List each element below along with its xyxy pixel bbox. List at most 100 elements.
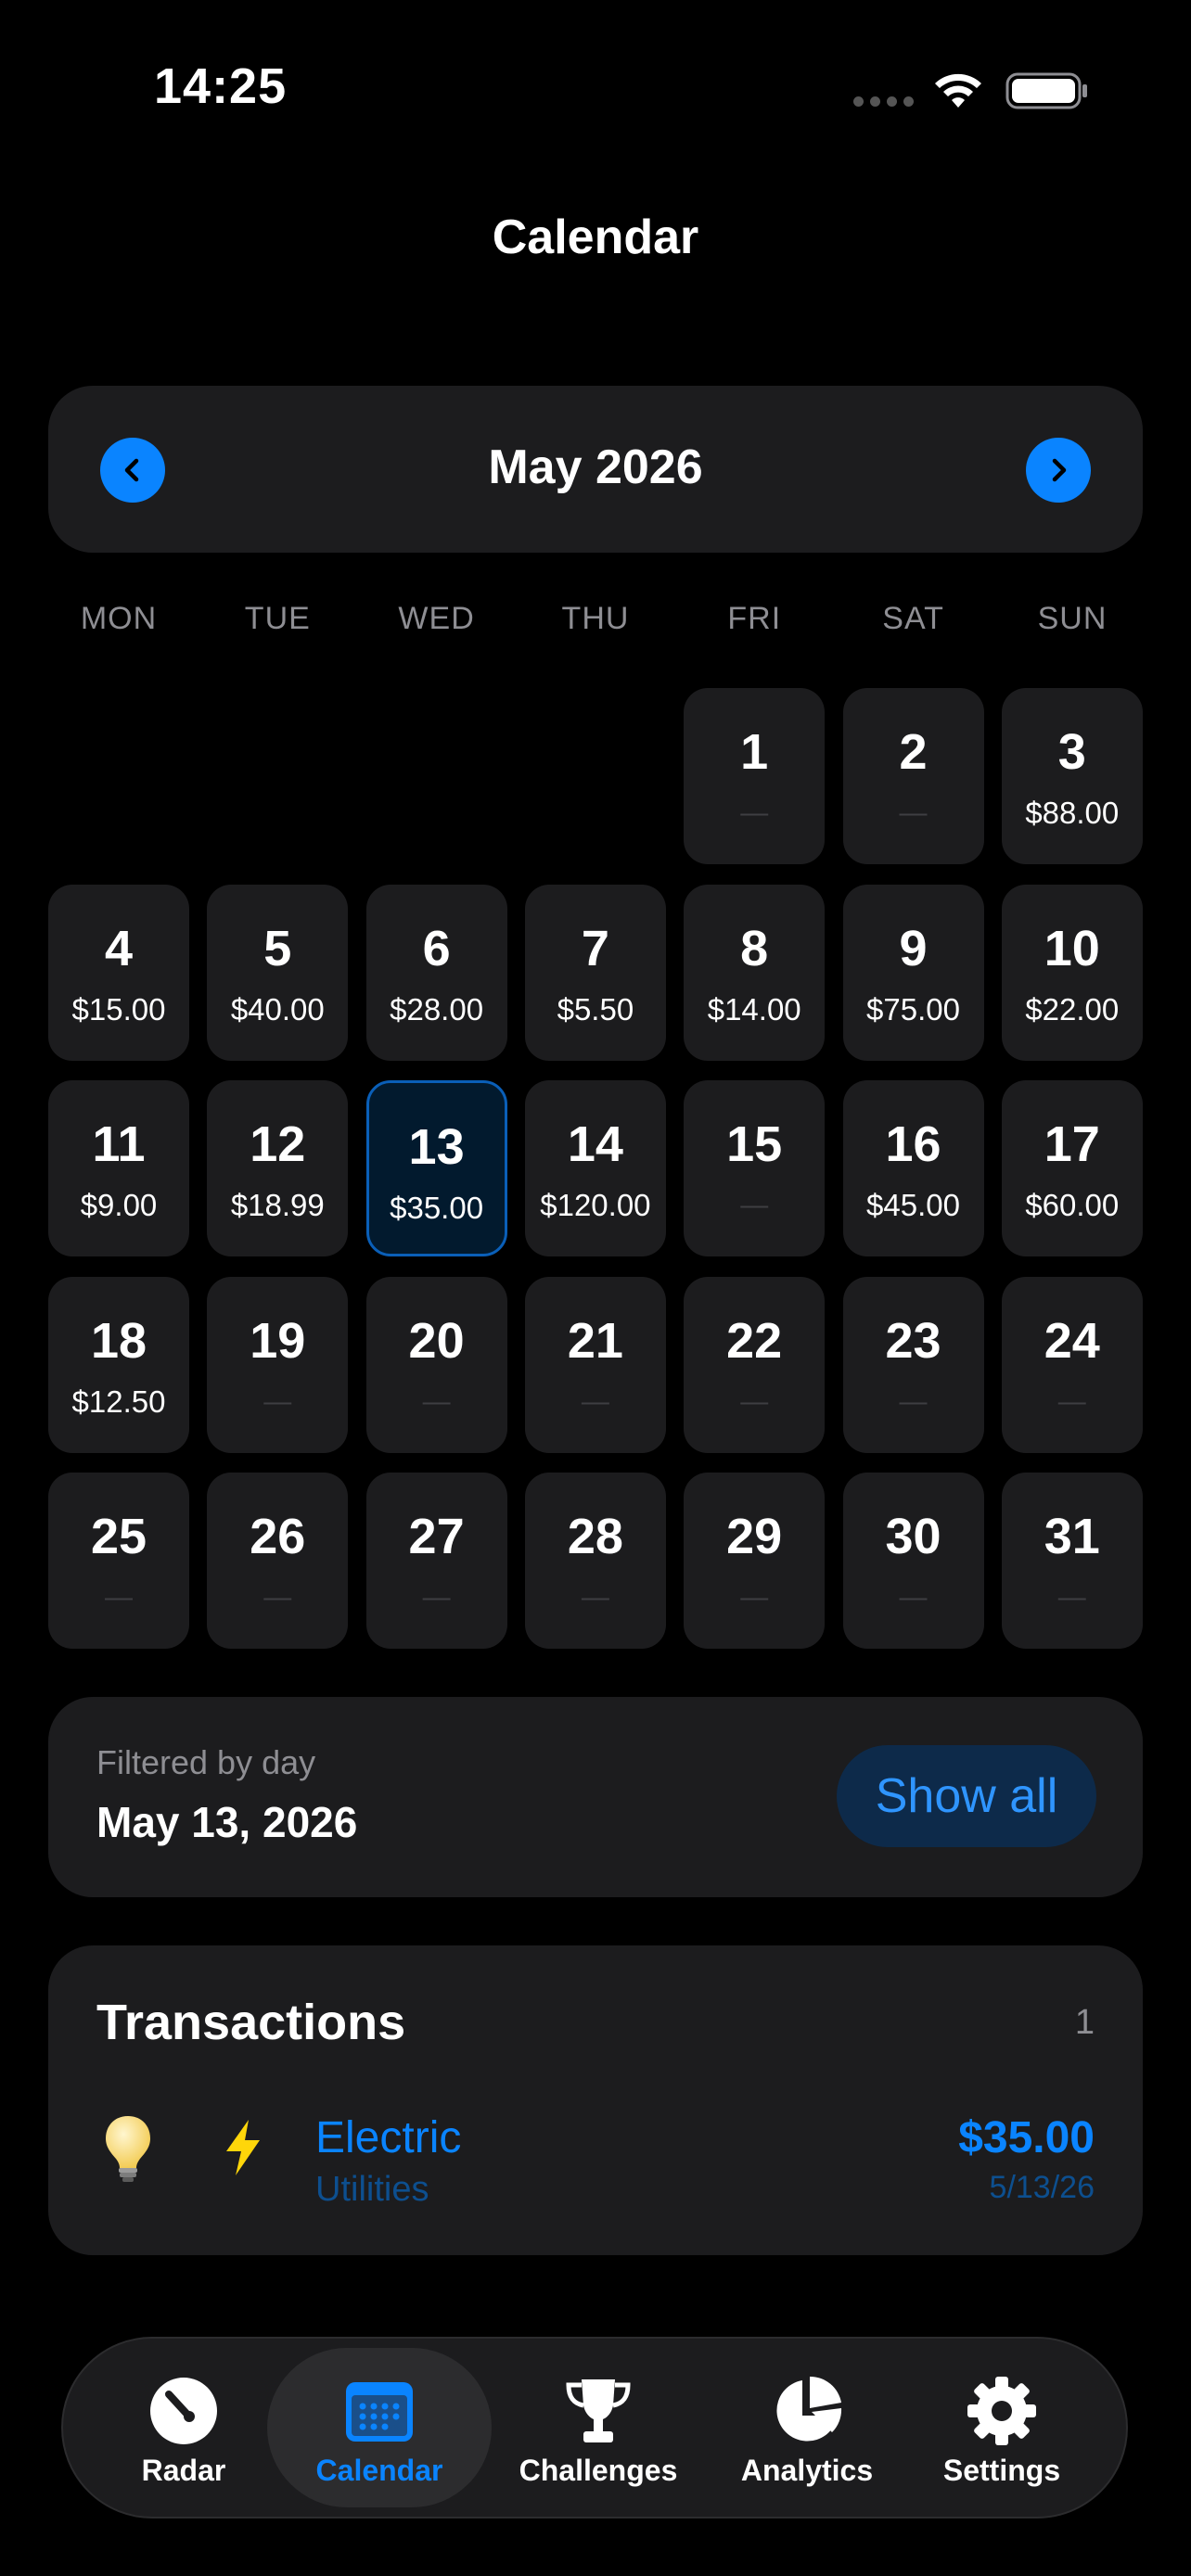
day-number: 22	[726, 1312, 783, 1369]
day-amount: —	[1057, 1582, 1086, 1613]
calendar-day-cell[interactable]: 23 —	[842, 1276, 984, 1453]
calendar-day-cell[interactable]: 10 $22.00	[1001, 884, 1143, 1061]
day-amount: $35.00	[390, 1191, 484, 1225]
weekday-label: TUE	[244, 601, 311, 636]
weekday-label: MON	[80, 601, 158, 636]
calendar-day-cell[interactable]: 29 —	[684, 1473, 826, 1649]
day-amount: —	[899, 1582, 928, 1613]
calendar-day-cell[interactable]: 5 $40.00	[207, 884, 349, 1061]
calendar-day-cell[interactable]: 20 —	[365, 1276, 507, 1453]
calendar-day-cell[interactable]: 11 $9.00	[48, 1080, 189, 1256]
calendar-day-cell[interactable]: 4 $15.00	[48, 884, 189, 1061]
calendar-icon	[346, 2382, 413, 2442]
show-all-button[interactable]: Show all	[837, 1745, 1096, 1847]
day-number: 15	[726, 1116, 783, 1172]
month-label: May 2026	[488, 440, 703, 494]
calendar-day-cell[interactable]: 26 —	[207, 1473, 349, 1649]
calendar-day-cell[interactable]: 18 $12.50	[48, 1276, 189, 1453]
day-number: 10	[1044, 920, 1100, 976]
day-amount: $40.00	[230, 991, 325, 1027]
tab-radar[interactable]: Radar	[91, 2348, 276, 2507]
tab-label: Settings	[942, 2454, 1061, 2487]
day-number: 3	[1057, 724, 1086, 780]
tab-challenges[interactable]: Challenges	[492, 2348, 705, 2507]
transactions-count: 1	[1074, 2003, 1095, 2042]
calendar-day-cell[interactable]: 17 $60.00	[1001, 1080, 1143, 1256]
tab-label: Challenges	[519, 2454, 678, 2487]
day-amount: $9.00	[80, 1188, 158, 1222]
transaction-row[interactable]: Electric Utilities $35.00 5/13/26	[48, 2094, 1143, 2214]
calendar-day-cell[interactable]: 3 $88.00	[1001, 688, 1143, 864]
tab-label: Analytics	[740, 2454, 874, 2487]
day-number: 6	[422, 920, 451, 976]
lightbulb-icon	[106, 2116, 150, 2182]
day-number: 26	[250, 1509, 306, 1564]
gauge-icon	[150, 2378, 217, 2444]
day-amount: $12.50	[71, 1384, 166, 1419]
bolt-icon	[226, 2120, 260, 2175]
day-number: 27	[408, 1509, 465, 1564]
calendar-day-cell[interactable]: 9 $75.00	[842, 884, 984, 1061]
status-bar: 14:25	[0, 0, 1191, 176]
day-amount: —	[740, 1190, 769, 1220]
calendar-day-cell[interactable]: 12 $18.99	[207, 1080, 349, 1256]
day-amount: —	[422, 1582, 451, 1613]
calendar-day-cell[interactable]: 6 $28.00	[365, 884, 507, 1061]
calendar-day-cell[interactable]: 15 —	[684, 1080, 826, 1256]
day-amount: $60.00	[1025, 1188, 1120, 1222]
day-amount: —	[899, 1385, 928, 1417]
tab-calendar[interactable]: Calendar	[267, 2348, 492, 2507]
month-navigator: May 2026	[48, 386, 1143, 553]
day-amount: —	[422, 1385, 451, 1417]
day-number: 24	[1044, 1312, 1100, 1369]
weekday-label: FRI	[727, 601, 782, 636]
calendar-day-cell[interactable]: 27 —	[365, 1473, 507, 1649]
next-month-button[interactable]	[1026, 438, 1091, 503]
calendar-day-cell[interactable]: 8 $14.00	[684, 884, 826, 1061]
calendar-day-cell[interactable]: 19 —	[207, 1276, 349, 1453]
pie-chart-icon	[776, 2376, 842, 2442]
day-amount: $88.00	[1025, 796, 1120, 830]
day-number: 25	[90, 1509, 147, 1564]
day-amount: —	[740, 1582, 769, 1613]
day-number: 23	[885, 1312, 941, 1369]
trophy-icon	[566, 2379, 631, 2442]
tab-analytics[interactable]: Analytics	[705, 2348, 909, 2507]
calendar-day-cell[interactable]: 7 $5.50	[524, 884, 666, 1061]
day-number: 19	[250, 1312, 306, 1369]
calendar-day-cell[interactable]: 2—	[842, 688, 984, 864]
transaction-date: 5/13/26	[989, 2170, 1095, 2205]
calendar-day-cell[interactable]: 28 —	[524, 1473, 666, 1649]
calendar-day-cell[interactable]: 21 —	[524, 1276, 666, 1453]
calendar-day-cell[interactable]: 1—	[684, 688, 826, 864]
transactions-card: Transactions 1 Electric Utilities $35.00…	[48, 1945, 1143, 2255]
day-number: 5	[263, 920, 292, 976]
transaction-name: Electric	[315, 2113, 462, 2162]
status-time: 14:25	[154, 58, 288, 114]
calendar-day-cell[interactable]: 22 —	[684, 1276, 826, 1453]
day-number: 14	[567, 1116, 623, 1172]
page-title: Calendar	[492, 210, 699, 264]
calendar-day-cell[interactable]: 14 $120.00	[524, 1080, 666, 1256]
calendar-day-cell[interactable]: 16 $45.00	[842, 1080, 984, 1256]
calendar-day-cell[interactable]: 24 —	[1001, 1276, 1143, 1453]
day-number: 31	[1044, 1509, 1100, 1564]
calendar-day-cell[interactable]: 31 —	[1001, 1473, 1143, 1649]
day-amount: —	[263, 1582, 292, 1613]
calendar-day-cell[interactable]: 25 —	[48, 1473, 189, 1649]
calendar-day-cell[interactable]: 13 $35.00	[365, 1080, 507, 1256]
battery-icon	[1005, 72, 1087, 109]
day-amount: —	[740, 797, 769, 828]
tab-settings[interactable]: Settings	[909, 2348, 1095, 2507]
calendar-day-cell[interactable]: 30 —	[842, 1473, 984, 1649]
day-amount: —	[581, 1582, 609, 1613]
weekday-label: THU	[561, 601, 630, 636]
transaction-category: Utilities	[315, 2170, 429, 2209]
tab-label: Calendar	[315, 2454, 443, 2487]
day-number: 18	[90, 1312, 147, 1369]
day-amount: $18.99	[230, 1188, 325, 1222]
day-amount: —	[740, 1385, 769, 1417]
day-filter-card: Filtered by day May 13, 2026 Show all	[48, 1697, 1143, 1897]
day-number: 4	[104, 920, 134, 976]
day-amount: $45.00	[866, 1188, 960, 1222]
